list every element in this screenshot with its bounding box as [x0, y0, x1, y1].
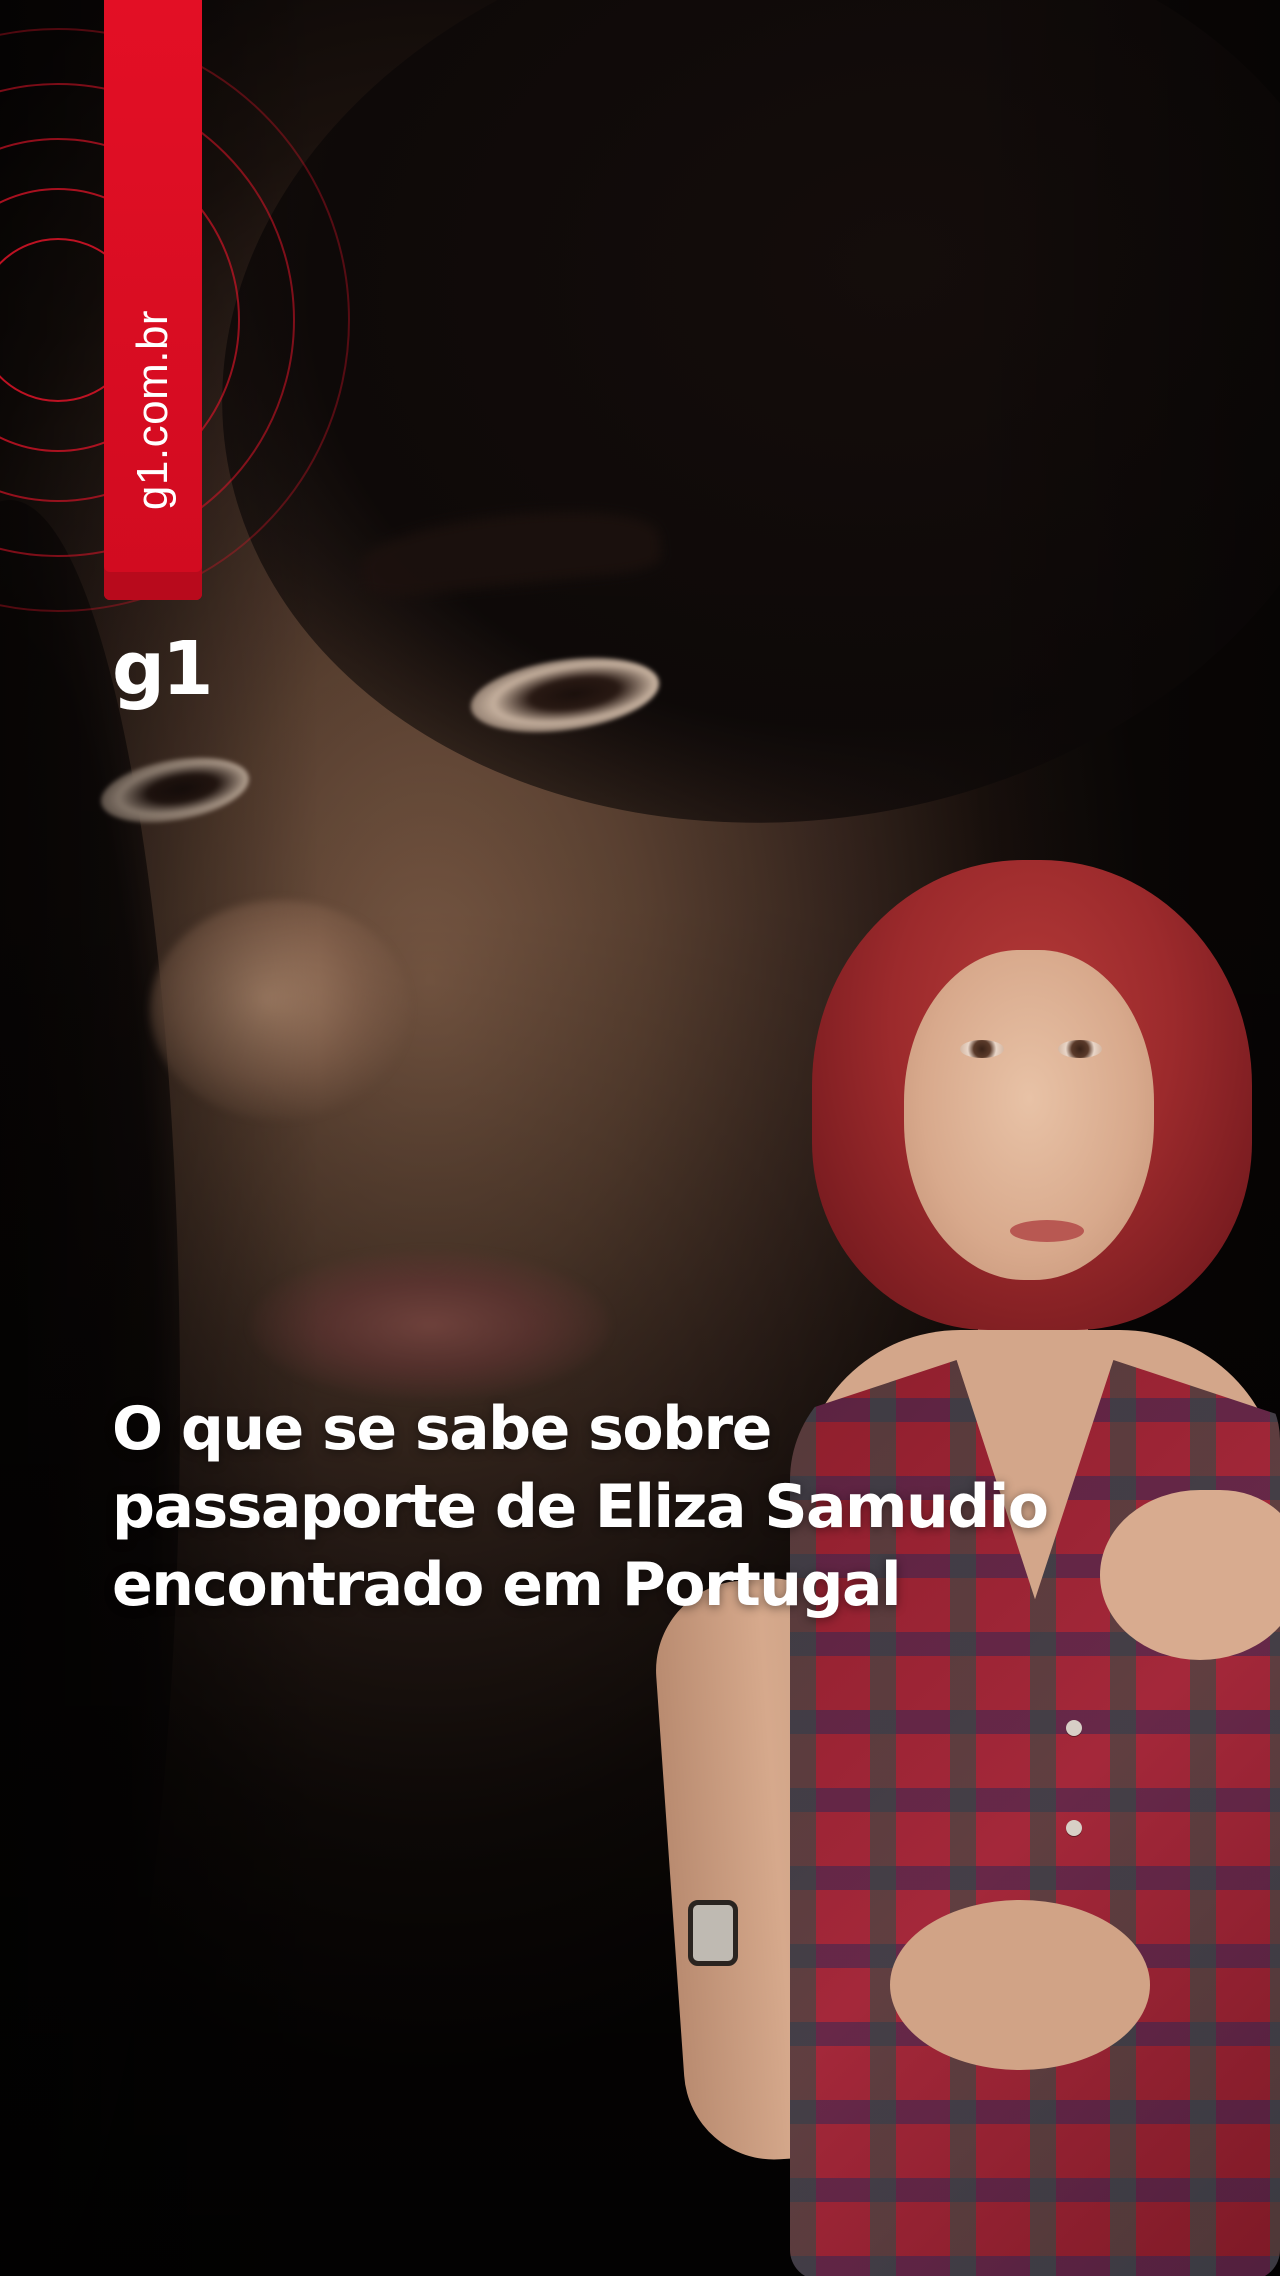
headline-line: passaporte de Eliza Samudio: [112, 1472, 1049, 1542]
headline-line: encontrado em Portugal: [112, 1550, 902, 1620]
presenter-hand: [890, 1900, 1150, 2070]
vest-button-icon: [1066, 1820, 1082, 1836]
headline-line: O que se sabe sobre: [112, 1394, 772, 1464]
story-headline: O que se sabe sobre passaporte de Eliza …: [112, 1390, 1172, 1624]
brand-domain-label: g1.com.br: [128, 309, 177, 511]
presenter-eye: [1058, 1040, 1102, 1058]
g1-logo: g1: [112, 626, 213, 712]
presenter-mouth: [1010, 1220, 1084, 1242]
presenter-eye: [960, 1040, 1004, 1058]
wristwatch-icon: [688, 1900, 738, 1966]
vest-button-icon: [1066, 1720, 1082, 1736]
story-frame: g1.com.br g1 O que se sabe sobre passapo…: [0, 0, 1280, 2276]
brand-strip: g1.com.br: [104, 0, 202, 600]
